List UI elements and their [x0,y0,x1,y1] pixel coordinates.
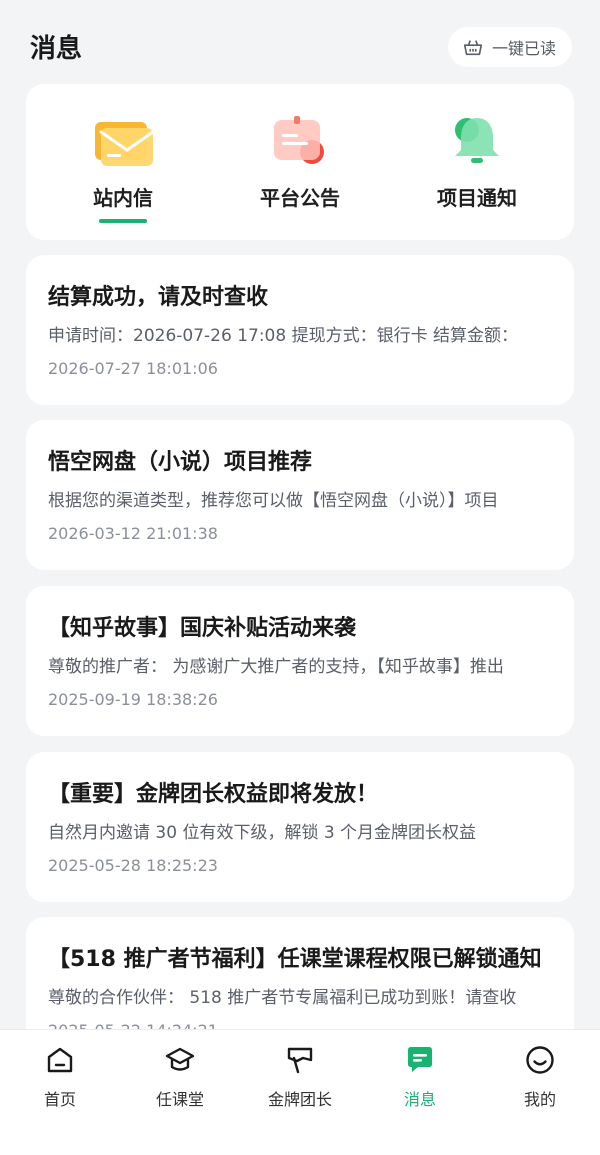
mark-all-read-label: 一键已读 [491,39,556,58]
message-time: 2025-09-19 18:38:26 [48,690,218,709]
nav-item-course[interactable]: 任课堂 [120,1038,240,1118]
nav-label: 任课堂 [155,1090,204,1109]
tab-indicator [453,219,501,223]
message-time: 2026-03-12 21:01:38 [48,524,218,543]
nav-item-profile[interactable]: 我的 [480,1038,600,1118]
message-time: 2026-07-27 18:01:06 [48,359,218,378]
nav-item-messages[interactable]: 消息 [360,1038,480,1118]
message-item[interactable]: 结算成功，请及时查收 申请时间：2026-07-26 17:08 提现方式：银行… [26,255,574,405]
message-preview: 自然月内邀请 30 位有效下级，解锁 3 个月金牌团长权益 [48,823,477,843]
nav-label: 首页 [43,1090,76,1109]
message-preview: 根据您的渠道类型，推荐您可以做【悟空网盘（小说）】项目 [48,491,499,511]
message-preview: 尊敬的推广者： 为感谢广大推广者的支持，【知乎故事】推出 [48,657,504,677]
envelope-icon [95,122,155,166]
nav-label: 消息 [403,1090,436,1109]
announcement-icon [274,116,324,164]
header: 消息 一键已读 [0,0,600,84]
nav-item-team-leader[interactable]: 金牌团长 [240,1038,360,1118]
tab-label: 平台公告 [260,186,340,210]
smile-icon [526,1046,554,1074]
tab-announcements[interactable]: 平台公告 [215,84,385,240]
bell-icon [455,118,499,163]
nav-label: 金牌团长 [267,1090,332,1109]
message-title: 悟空网盘（小说）项目推荐 [48,450,313,475]
home-icon [47,1047,73,1073]
mark-all-read-button[interactable]: 一键已读 [447,27,572,67]
message-title: 结算成功，请及时查收 [48,285,269,310]
tab-label: 站内信 [93,186,153,210]
tab-label: 项目通知 [437,186,517,210]
tab-active-indicator [99,219,147,223]
bottom-navigation: 首页 任课堂 金牌团长 消息 我的 [0,1029,600,1155]
message-item[interactable]: 【知乎故事】国庆补贴活动来袭 尊敬的推广者： 为感谢广大推广者的支持，【知乎故事… [26,586,574,736]
tab-inbox[interactable]: 站内信 [38,84,208,240]
message-category-tabs: 站内信 平台公告 项目通知 [26,84,574,240]
basket-icon [463,40,483,56]
flag-icon [287,1047,313,1074]
message-title: 【知乎故事】国庆补贴活动来袭 [48,616,357,641]
message-icon [408,1047,432,1072]
message-preview: 尊敬的合作伙伴： 518 推广者节专属福利已成功到账！请查收 [48,988,517,1008]
message-item[interactable]: 悟空网盘（小说）项目推荐 根据您的渠道类型，推荐您可以做【悟空网盘（小说）】项目… [26,420,574,570]
page-title: 消息 [30,34,83,64]
tab-indicator [276,219,324,223]
tab-project-notices[interactable]: 项目通知 [392,84,562,240]
message-time: 2025-05-28 18:25:23 [48,856,218,875]
graduation-cap-icon [165,1047,195,1071]
message-title: 【518 推广者节福利】任课堂课程权限已解锁通知 [48,947,542,972]
nav-item-home[interactable]: 首页 [0,1038,120,1118]
nav-label: 我的 [523,1090,556,1109]
message-item[interactable]: 【重要】金牌团长权益即将发放！ 自然月内邀请 30 位有效下级，解锁 3 个月金… [26,752,574,902]
message-title: 【重要】金牌团长权益即将发放！ [48,782,379,807]
message-preview: 申请时间：2026-07-26 17:08 提现方式：银行卡 结算金额： [48,326,518,346]
